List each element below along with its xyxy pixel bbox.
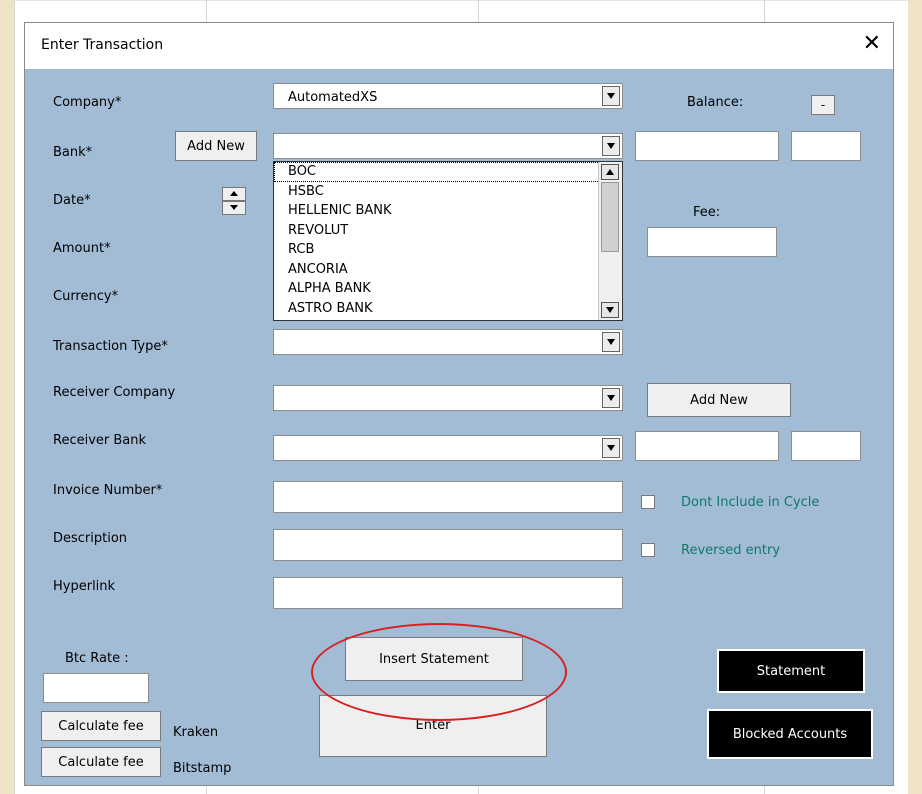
bank-account-input[interactable]	[635, 131, 779, 161]
balance-toggle-button[interactable]: -	[811, 95, 835, 115]
company-select[interactable]: AutomatedXS	[273, 83, 623, 109]
receiver-company-label: Receiver Company	[53, 385, 176, 400]
date-label: Date*	[53, 193, 91, 208]
scroll-up-icon[interactable]	[601, 164, 619, 180]
spin-up-icon[interactable]	[222, 187, 246, 201]
insert-statement-button[interactable]: Insert Statement	[345, 637, 523, 681]
blocked-accounts-button[interactable]: Blocked Accounts	[707, 709, 873, 759]
calculate-fee-bitstamp-button[interactable]: Calculate fee	[41, 747, 161, 777]
description-label: Description	[53, 531, 128, 546]
dialog-titlebar: Enter Transaction ✕	[25, 23, 893, 69]
close-icon[interactable]: ✕	[863, 31, 881, 57]
statement-button[interactable]: Statement	[717, 649, 865, 693]
btc-rate-input[interactable]	[43, 673, 149, 703]
btc-rate-label: Btc Rate :	[65, 651, 129, 666]
list-item[interactable]: RCB	[274, 240, 622, 260]
description-input[interactable]	[273, 529, 623, 561]
reversed-entry-label: Reversed entry	[681, 543, 781, 558]
transaction-type-label: Transaction Type*	[53, 339, 168, 354]
chevron-down-icon[interactable]	[602, 438, 620, 458]
dialog-title: Enter Transaction	[41, 37, 164, 53]
scroll-down-icon[interactable]	[601, 302, 619, 318]
bank-select[interactable]	[273, 133, 623, 159]
dont-include-label: Dont Include in Cycle	[681, 495, 820, 510]
company-select-value: AutomatedXS	[288, 90, 378, 105]
list-item[interactable]: HSBC	[274, 182, 622, 202]
receiver-account-input[interactable]	[635, 431, 779, 461]
balance-label: Balance:	[687, 95, 744, 110]
spin-down-icon[interactable]	[222, 201, 246, 215]
add-new-receiver-button[interactable]: Add New	[647, 383, 791, 417]
enter-transaction-dialog: Enter Transaction ✕ Company* Bank* Date*…	[24, 22, 894, 786]
bank-dropdown-list[interactable]: BOC HSBC HELLENIC BANK REVOLUT RCB ANCOR…	[273, 161, 623, 321]
kraken-label: Kraken	[173, 725, 219, 740]
receiver-company-select[interactable]	[273, 385, 623, 411]
transaction-type-select[interactable]	[273, 329, 623, 355]
add-new-bank-button[interactable]: Add New	[175, 131, 257, 161]
invoice-number-input[interactable]	[273, 481, 623, 513]
bitstamp-label: Bitstamp	[173, 761, 232, 776]
dont-include-checkbox[interactable]	[641, 495, 655, 509]
list-item[interactable]: REVOLUT	[274, 221, 622, 241]
list-item[interactable]: BOC	[274, 162, 622, 182]
list-item[interactable]: ANCORIA	[274, 260, 622, 280]
scroll-thumb[interactable]	[601, 182, 619, 252]
chevron-down-icon[interactable]	[602, 388, 620, 408]
reversed-entry-checkbox[interactable]	[641, 543, 655, 557]
bank-currency-input[interactable]	[791, 131, 861, 161]
date-spinner[interactable]	[222, 187, 246, 215]
fee-input[interactable]	[647, 227, 777, 257]
currency-label: Currency*	[53, 289, 119, 304]
invoice-number-label: Invoice Number*	[53, 483, 163, 498]
hyperlink-input[interactable]	[273, 577, 623, 609]
calculate-fee-kraken-button[interactable]: Calculate fee	[41, 711, 161, 741]
list-item[interactable]: HELLENIC BANK	[274, 201, 622, 221]
company-label: Company*	[53, 95, 122, 110]
dropdown-scrollbar[interactable]	[598, 162, 622, 320]
chevron-down-icon[interactable]	[602, 86, 620, 106]
chevron-down-icon[interactable]	[602, 136, 620, 156]
receiver-currency-input[interactable]	[791, 431, 861, 461]
enter-button[interactable]: Enter	[319, 695, 547, 757]
list-item[interactable]: ALPHA BANK	[274, 279, 622, 299]
amount-label: Amount*	[53, 241, 111, 256]
list-item[interactable]: ASTRO BANK	[274, 299, 622, 319]
chevron-down-icon[interactable]	[602, 332, 620, 352]
receiver-bank-select[interactable]	[273, 435, 623, 461]
receiver-bank-label: Receiver Bank	[53, 433, 147, 448]
bank-label: Bank*	[53, 145, 93, 160]
fee-label: Fee:	[693, 205, 721, 220]
hyperlink-label: Hyperlink	[53, 579, 116, 594]
